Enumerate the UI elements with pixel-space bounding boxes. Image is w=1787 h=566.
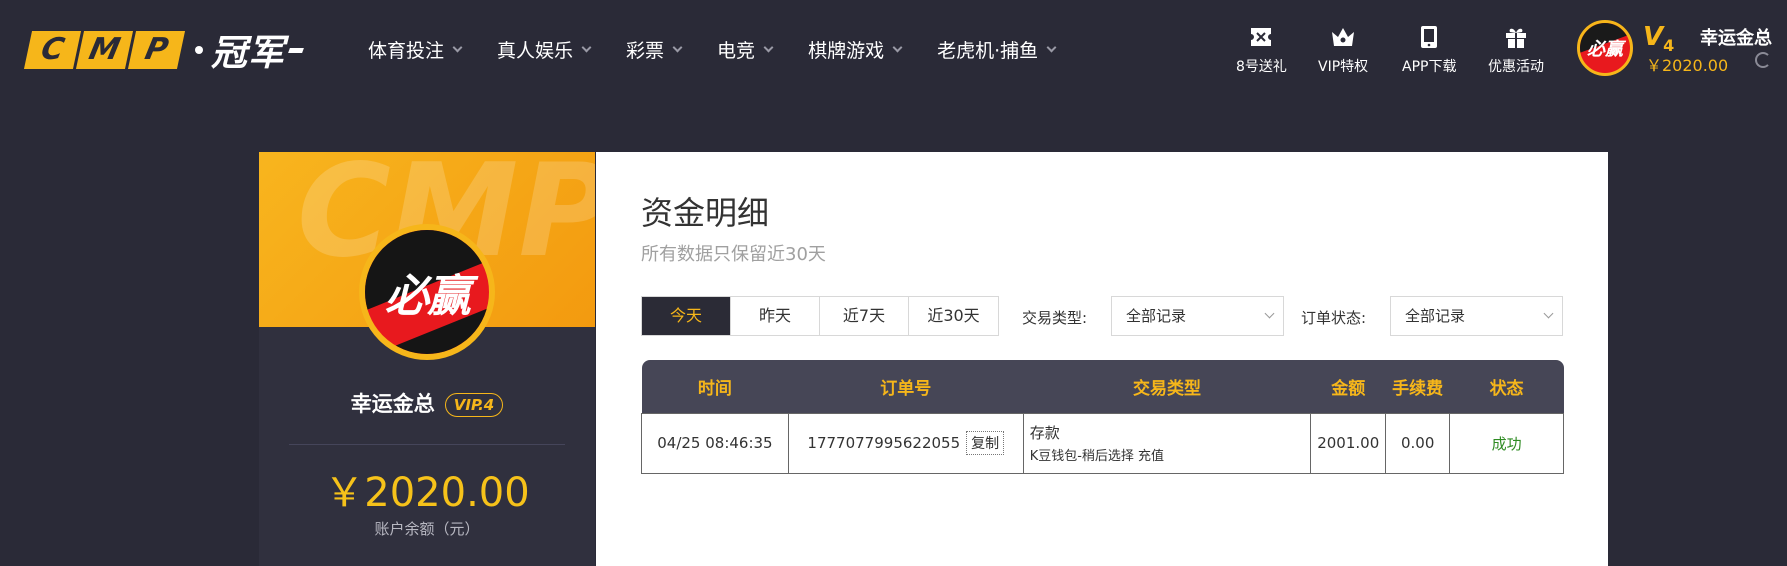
vip-badge: VIP.4 xyxy=(444,393,504,417)
tool-label: VIP特权 xyxy=(1318,59,1369,75)
logo-letter: P xyxy=(127,31,186,69)
profile-name: 幸运金总 VIP.4 xyxy=(259,388,595,418)
column-header-order-no: 订单号 xyxy=(788,360,1024,413)
nav-item-live-casino[interactable]: 真人娱乐 xyxy=(497,36,592,63)
profile-avatar: 必赢 xyxy=(359,224,495,360)
username: 幸运金总 xyxy=(1700,28,1772,49)
nav-item-slots-fishing[interactable]: 老虎机·捕鱼 xyxy=(937,36,1057,63)
column-header-time: 时间 xyxy=(641,360,789,413)
nav-item-card-games[interactable]: 棋牌游戏 xyxy=(808,36,903,63)
nav-label: 老虎机·捕鱼 xyxy=(937,40,1039,62)
tool-label: 优惠活动 xyxy=(1488,59,1544,75)
page-subtitle: 所有数据只保留近30天 xyxy=(641,244,826,265)
transaction-type-select[interactable]: 全部记录 xyxy=(1111,296,1284,336)
vip-level-letter: V xyxy=(1643,22,1664,52)
order-status-label: 订单状态: xyxy=(1301,309,1367,327)
tool-vip[interactable]: VIP特权 xyxy=(1318,24,1368,76)
cell-type: 存款 K豆钱包-稍后选择 充值 xyxy=(1022,412,1312,474)
page-title: 资金明细 xyxy=(641,194,770,232)
tab-last-7-days[interactable]: 近7天 xyxy=(820,297,909,335)
vip-level: V4 xyxy=(1643,22,1674,55)
cell-order-no: 1777077995622055 复制 xyxy=(787,412,1024,474)
logo-letter: C xyxy=(23,31,82,69)
order-status-value: 全部记录 xyxy=(1405,307,1466,325)
table-row: 04/25 08:46:35 1777077995622055 复制 存款 K豆钱… xyxy=(641,412,1564,474)
ticket-icon xyxy=(1248,24,1274,50)
nav-label: 体育投注 xyxy=(368,40,445,62)
column-header-fee: 手续费 xyxy=(1385,360,1450,413)
avatar[interactable]: 必赢 xyxy=(1577,20,1633,76)
transaction-type-value: 全部记录 xyxy=(1126,307,1187,325)
type-detail: K豆钱包-稍后选择 充值 xyxy=(1029,449,1165,464)
tab-last-30-days[interactable]: 近30天 xyxy=(909,297,998,335)
chevron-down-icon xyxy=(581,42,592,53)
nav-item-esports[interactable]: 电竞 xyxy=(717,36,774,63)
mobile-icon xyxy=(1416,24,1442,50)
nav-label: 电竞 xyxy=(717,40,756,62)
date-range-tabs: 今天 昨天 近7天 近30天 xyxy=(641,296,999,336)
tool-label: 8号送礼 xyxy=(1236,59,1287,75)
order-status-select[interactable]: 全部记录 xyxy=(1390,296,1563,336)
column-header-type: 交易类型 xyxy=(1023,360,1311,413)
nav-item-sports[interactable]: 体育投注 xyxy=(368,36,463,63)
tab-yesterday[interactable]: 昨天 xyxy=(731,297,820,335)
chevron-down-icon xyxy=(452,42,463,53)
logo-cn: 冠军 xyxy=(211,33,286,74)
transactions-table: 时间 订单号 交易类型 金额 手续费 状态 04/25 08:46:35 177… xyxy=(641,360,1564,474)
cell-fee: 0.00 xyxy=(1385,412,1451,474)
column-header-amount: 金额 xyxy=(1310,360,1386,413)
column-header-status: 状态 xyxy=(1449,360,1564,413)
main-nav: 体育投注 真人娱乐 彩票 电竞 棋牌游戏 老虎机·捕鱼 xyxy=(368,36,1091,63)
fund-details-panel: 资金明细 所有数据只保留近30天 今天 昨天 近7天 近30天 交易类型: 全部… xyxy=(596,152,1608,566)
top-bar: C M P 冠军 体育投注 真人娱乐 彩票 电竞 棋牌游戏 老虎机·捕鱼 8号送… xyxy=(0,0,1787,100)
account-balance-label: 账户余额（元） xyxy=(374,520,480,538)
tab-today[interactable]: 今天 xyxy=(642,297,731,335)
chevron-down-icon xyxy=(1046,42,1057,53)
avatar-text: 必赢 xyxy=(1587,39,1623,60)
order-number: 1777077995622055 xyxy=(807,434,961,452)
tool-app-download[interactable]: APP下载 xyxy=(1402,24,1456,76)
nav-item-lottery[interactable]: 彩票 xyxy=(626,36,683,63)
nav-label: 棋牌游戏 xyxy=(808,40,885,62)
account-balance: ￥2020.00 xyxy=(324,470,530,516)
tool-label: APP下载 xyxy=(1402,59,1457,75)
logo-dash xyxy=(288,47,304,53)
logo-dot xyxy=(195,46,203,54)
profile-username: 幸运金总 xyxy=(350,392,435,416)
cell-time: 04/25 08:46:35 xyxy=(641,412,789,474)
divider xyxy=(289,444,565,445)
balance-top: ￥2020.00 xyxy=(1646,56,1729,75)
cell-amount: 2001.00 xyxy=(1310,412,1387,474)
nav-label: 真人娱乐 xyxy=(497,40,574,62)
chevron-down-icon xyxy=(892,42,903,53)
tool-promotions[interactable]: 优惠活动 xyxy=(1488,24,1544,76)
transaction-type-label: 交易类型: xyxy=(1022,309,1088,327)
type-main: 存款 xyxy=(1029,424,1060,442)
chevron-down-icon xyxy=(1543,308,1554,319)
table-header-row: 时间 订单号 交易类型 金额 手续费 状态 xyxy=(641,360,1564,413)
nav-label: 彩票 xyxy=(626,40,665,62)
logo-cmp: C M P xyxy=(23,31,186,69)
chevron-down-icon xyxy=(1264,308,1275,319)
profile-card: CMP 必赢 幸运金总 VIP.4 ￥2020.00 账户余额（元） xyxy=(259,152,595,566)
chevron-down-icon xyxy=(763,42,774,53)
refresh-icon[interactable] xyxy=(1755,52,1771,68)
copy-button[interactable]: 复制 xyxy=(966,431,1005,455)
logo-letter: M xyxy=(75,31,134,69)
crown-icon xyxy=(1330,24,1356,50)
avatar-text: 必赢 xyxy=(385,271,471,322)
logo[interactable]: C M P 冠军 xyxy=(23,30,304,74)
status-badge: 成功 xyxy=(1449,412,1564,474)
gift-icon xyxy=(1503,24,1529,50)
chevron-down-icon xyxy=(672,42,683,53)
tool-gift-8[interactable]: 8号送礼 xyxy=(1236,24,1287,76)
